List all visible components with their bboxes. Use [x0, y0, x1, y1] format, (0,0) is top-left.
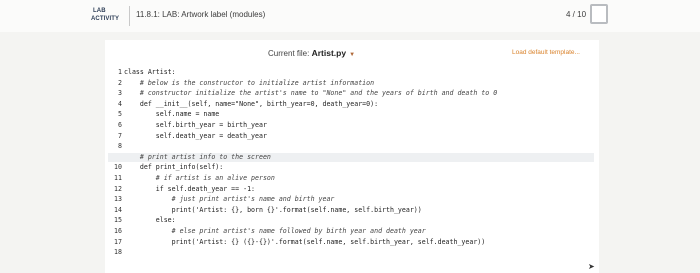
- load-default-template-link[interactable]: Load default template...: [512, 49, 580, 56]
- code-line: # if artist is an alive person: [124, 174, 275, 182]
- code-line: # print artist info to the screen: [124, 152, 271, 161]
- code-line: self.name = name: [124, 110, 220, 119]
- chevron-down-icon: ▼: [349, 52, 356, 58]
- code-line: print('Artist: {}, born {}'.format(self.…: [124, 205, 422, 214]
- lab-title: 11.8.1: LAB: Artwork label (modules): [136, 10, 266, 19]
- completion-checkbox[interactable]: [590, 4, 608, 24]
- code-line: self.birth_year = birth_year: [124, 121, 267, 129]
- code-line: # below is the constructor to initialize…: [124, 78, 375, 87]
- code-line: # constructor initialize the artist's na…: [124, 89, 498, 98]
- score-text: 4 / 10: [566, 10, 587, 19]
- code-line: # else print artist's name followed by b…: [124, 227, 426, 235]
- current-file-label: Current file:: [268, 49, 310, 58]
- header-divider: [129, 6, 130, 26]
- code-line: else:: [124, 216, 176, 225]
- code-line: def __init__(self, name="None", birth_ye…: [124, 99, 379, 108]
- code-line: def print_info(self):: [124, 163, 224, 172]
- mouse-cursor-icon: ➤: [588, 262, 595, 271]
- current-file-selector[interactable]: Current file: Artist.py ▼: [268, 48, 355, 58]
- code-line: class Artist:: [124, 68, 176, 76]
- badge-line-1: LAB: [93, 8, 106, 14]
- code-editor[interactable]: class Artist: # below is the constructor…: [108, 68, 594, 268]
- code-line: if self.death_year == -1:: [124, 184, 256, 193]
- code-line: print('Artist: {} ({}-{})'.format(self.n…: [124, 237, 486, 246]
- code-line: # just print artist's name and birth yea…: [124, 195, 335, 204]
- code-line: self.death_year = death_year: [124, 131, 267, 140]
- lab-activity-badge: LAB ACTIVITY: [85, 3, 123, 25]
- file-name: Artist.py: [311, 48, 347, 58]
- badge-line-2: ACTIVITY: [91, 16, 120, 22]
